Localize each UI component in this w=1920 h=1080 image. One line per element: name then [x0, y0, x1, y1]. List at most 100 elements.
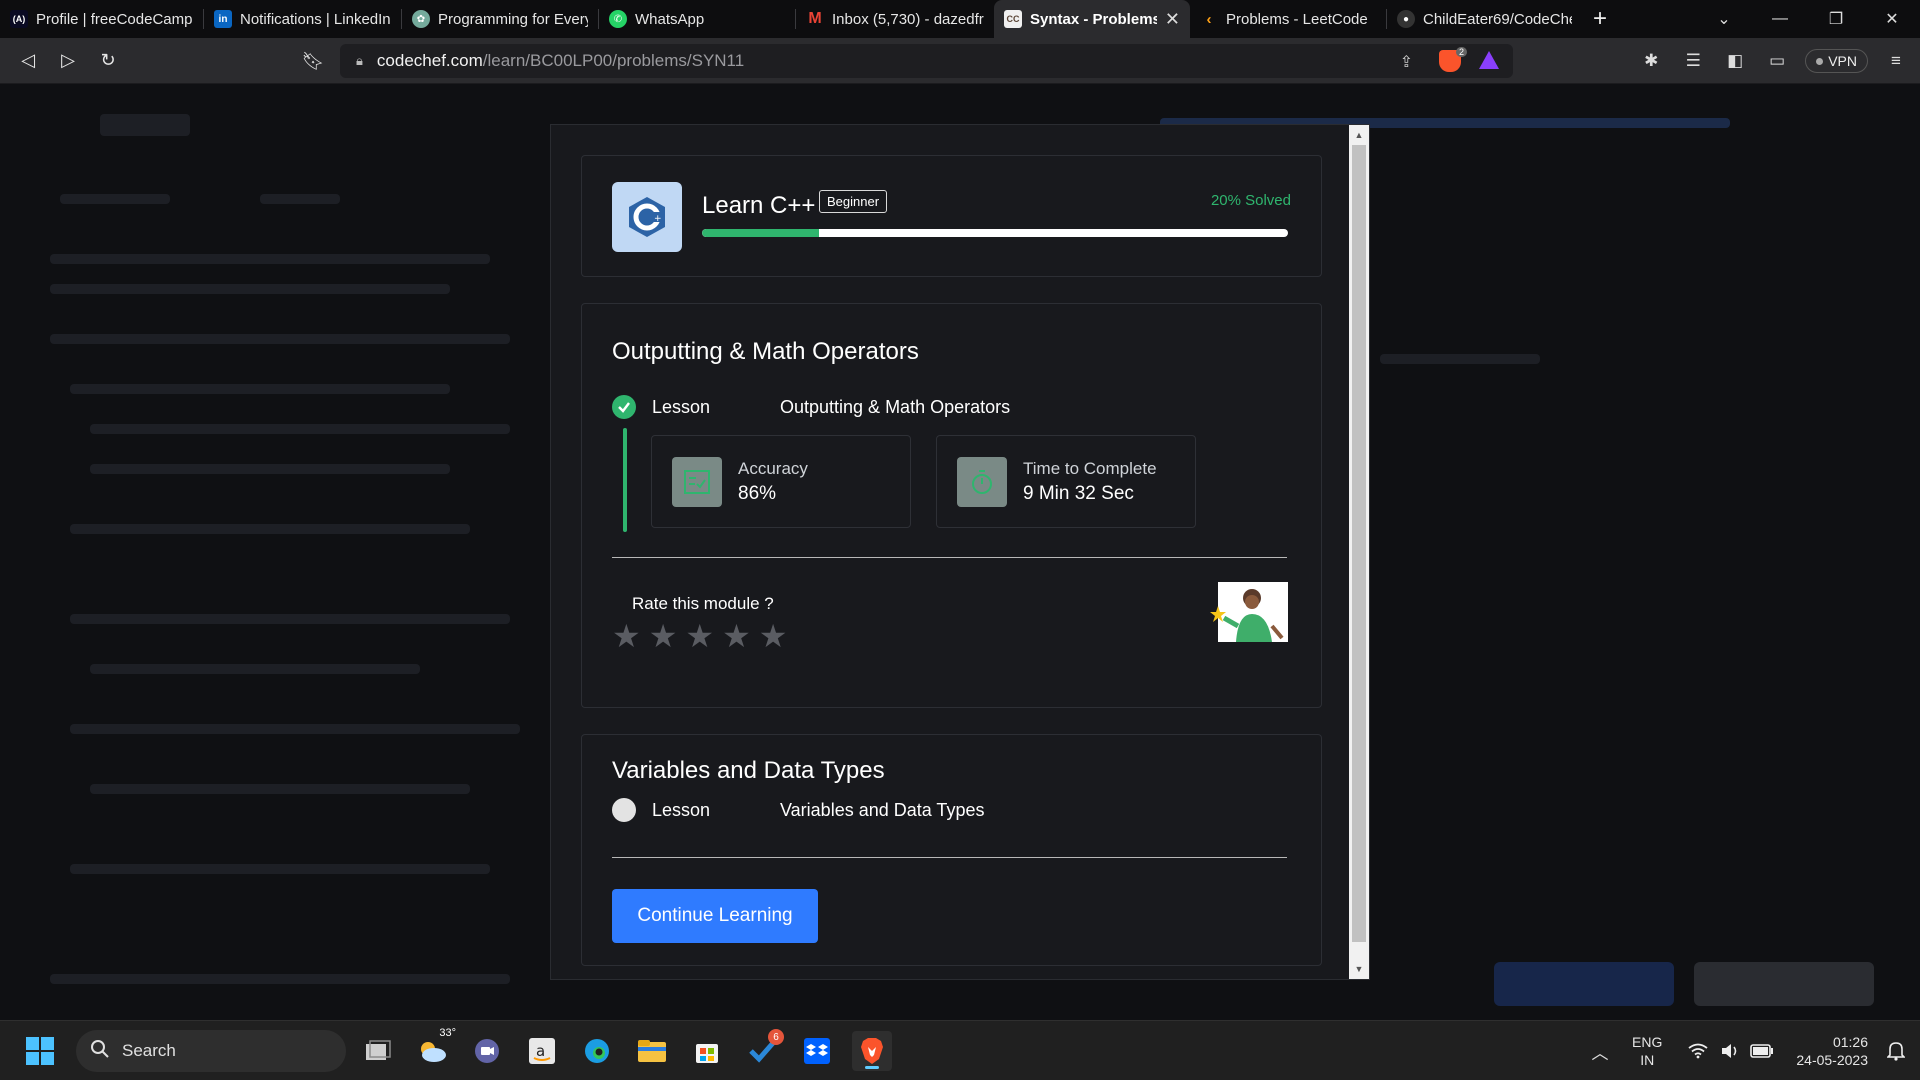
star-icon[interactable]: ★ [649, 620, 678, 652]
scroll-up-arrow-icon[interactable]: ▲ [1349, 125, 1369, 145]
module-progress-modal: + Learn C++ Beginner 20% Solved Outputti… [550, 124, 1370, 980]
url-path: /learn/BC00LP00/problems/SYN11 [482, 51, 745, 70]
forward-icon[interactable]: ▷ [48, 41, 88, 81]
blurred-button [1694, 962, 1874, 1006]
blurred-text [50, 254, 490, 264]
blurred-text [50, 284, 450, 294]
playlist-icon[interactable]: ☰ [1679, 47, 1707, 75]
stat-label: Time to Complete [1023, 458, 1157, 478]
scroll-down-arrow-icon[interactable]: ▼ [1349, 959, 1369, 979]
wallet-icon[interactable]: ▭ [1763, 47, 1791, 75]
star-icon[interactable]: ★ [759, 620, 788, 652]
restore-button[interactable]: ❐ [1808, 0, 1864, 38]
tab-search-chevron-icon[interactable]: ⌄ [1696, 0, 1752, 38]
lesson-row[interactable]: Lesson Outputting & Math Operators [612, 394, 1010, 420]
blurred-text [90, 464, 450, 474]
gmail-icon: M [808, 10, 822, 27]
system-tray: ︿ ENG IN 01:26 24-05-2023 [1586, 1021, 1920, 1080]
system-clock[interactable]: 01:26 24-05-2023 [1796, 1033, 1868, 1069]
blurred-text [70, 724, 520, 734]
blurred-text [70, 864, 490, 874]
tab-whatsapp[interactable]: ✆ WhatsApp [599, 0, 795, 38]
lesson-type: Lesson [652, 396, 711, 417]
tab-freecodecamp[interactable]: (A) Profile | freeCodeCamp [0, 0, 203, 38]
chevron-up-icon[interactable]: ︿ [1586, 1037, 1614, 1065]
tab-title: Notifications | LinkedIn [240, 10, 391, 28]
close-icon[interactable]: ✕ [1165, 9, 1180, 30]
svg-text:a: a [536, 1042, 545, 1060]
brave-browser-icon[interactable] [852, 1031, 892, 1071]
clock-date: 24-05-2023 [1796, 1052, 1868, 1068]
tab-title: Syntax - Problems [1030, 10, 1157, 28]
dropbox-icon[interactable] [797, 1031, 837, 1071]
windows-taskbar: Search 33° a 6 ︿ ENG IN 01:26 24-05-2023 [0, 1020, 1920, 1080]
window-controls: ⌄ — ❐ ✕ [1696, 0, 1920, 38]
vpn-status-icon [1816, 57, 1824, 65]
tab-title: Inbox (5,730) - dazedfr [832, 10, 984, 28]
battery-icon[interactable] [1748, 1037, 1776, 1065]
freecodecamp-icon: (A) [10, 10, 28, 28]
lesson-name: Variables and Data Types [780, 799, 985, 820]
tab-chatgpt[interactable]: ✿ Programming for Every [402, 0, 598, 38]
modal-scrollbar[interactable]: ▲ ▼ [1349, 125, 1369, 979]
edge-browser-icon[interactable] [577, 1031, 617, 1071]
codechef-icon: CC [1004, 10, 1022, 28]
scroll-thumb[interactable] [1352, 145, 1366, 942]
blurred-text [90, 784, 470, 794]
blurred-text [60, 194, 170, 204]
time-stat: Time to Complete 9 Min 32 Sec [936, 435, 1196, 528]
active-app-indicator [865, 1066, 879, 1069]
microsoft-store-icon[interactable] [687, 1031, 727, 1071]
tab-linkedin[interactable]: in Notifications | LinkedIn [204, 0, 401, 38]
tab-codechef[interactable]: CC Syntax - Problems ✕ [994, 0, 1190, 38]
blurred-text [1380, 354, 1540, 364]
todo-icon[interactable]: 6 [742, 1029, 784, 1071]
sidebar-icon[interactable]: ◧ [1721, 47, 1749, 75]
weather-widget-icon[interactable]: 33° [412, 1027, 456, 1071]
brave-rewards-icon[interactable] [1479, 51, 1499, 69]
taskbar-search[interactable]: Search [76, 1030, 346, 1072]
rating-illustration-icon [1210, 582, 1288, 646]
windows-start-icon[interactable] [20, 1031, 60, 1071]
rating-stars[interactable]: ★ ★ ★ ★ ★ [612, 620, 787, 652]
new-tab-button[interactable]: + [1582, 0, 1618, 38]
rate-prompt: Rate this module ? [632, 594, 774, 613]
blurred-text [70, 384, 450, 394]
level-badge: Beginner [819, 190, 888, 213]
star-icon[interactable]: ★ [685, 620, 714, 652]
lesson-row[interactable]: Lesson Variables and Data Types [612, 797, 984, 823]
close-window-button[interactable]: ✕ [1864, 0, 1920, 38]
vpn-label: VPN [1828, 53, 1857, 69]
task-view-icon[interactable] [358, 1031, 398, 1071]
whatsapp-icon: ✆ [609, 10, 627, 28]
menu-icon[interactable]: ≡ [1882, 47, 1910, 75]
amazon-icon[interactable]: a [522, 1031, 562, 1071]
file-explorer-icon[interactable] [632, 1031, 672, 1071]
extensions-icon[interactable]: ✱ [1637, 47, 1665, 75]
star-icon[interactable]: ★ [722, 620, 751, 652]
next-module-card: Variables and Data Types Lesson Variable… [581, 734, 1322, 966]
wifi-icon[interactable] [1684, 1037, 1712, 1065]
blurred-text [70, 614, 510, 624]
address-bar[interactable]: 🔒︎ codechef.com/learn/BC00LP00/problems/… [340, 44, 1513, 78]
tab-github[interactable]: ● ChildEater69/CodeChe [1387, 0, 1582, 38]
stat-value: 86% [738, 482, 777, 504]
continue-learning-button[interactable]: Continue Learning [612, 889, 818, 943]
weather-temperature: 33° [439, 1027, 456, 1039]
reload-icon[interactable]: ↻ [88, 41, 128, 81]
tab-leetcode[interactable]: ‹ Problems - LeetCode [1190, 0, 1386, 38]
teams-chat-icon[interactable] [467, 1031, 507, 1071]
notifications-icon[interactable] [1882, 1037, 1910, 1065]
volume-icon[interactable] [1716, 1037, 1744, 1065]
star-icon[interactable]: ★ [612, 620, 641, 652]
tab-gmail[interactable]: M Inbox (5,730) - dazedfr [796, 0, 994, 38]
language-indicator[interactable]: ENG IN [1632, 1033, 1662, 1069]
share-icon[interactable]: ⇪ [1400, 52, 1413, 72]
vpn-button[interactable]: VPN [1805, 49, 1868, 73]
cpp-logo-icon: + [612, 182, 682, 252]
back-icon[interactable]: ◁ [8, 41, 48, 81]
minimize-button[interactable]: — [1752, 0, 1808, 38]
search-icon [90, 1039, 110, 1064]
stat-label: Accuracy [738, 458, 808, 478]
bookmark-icon[interactable]: 🔖︎ [293, 41, 333, 81]
